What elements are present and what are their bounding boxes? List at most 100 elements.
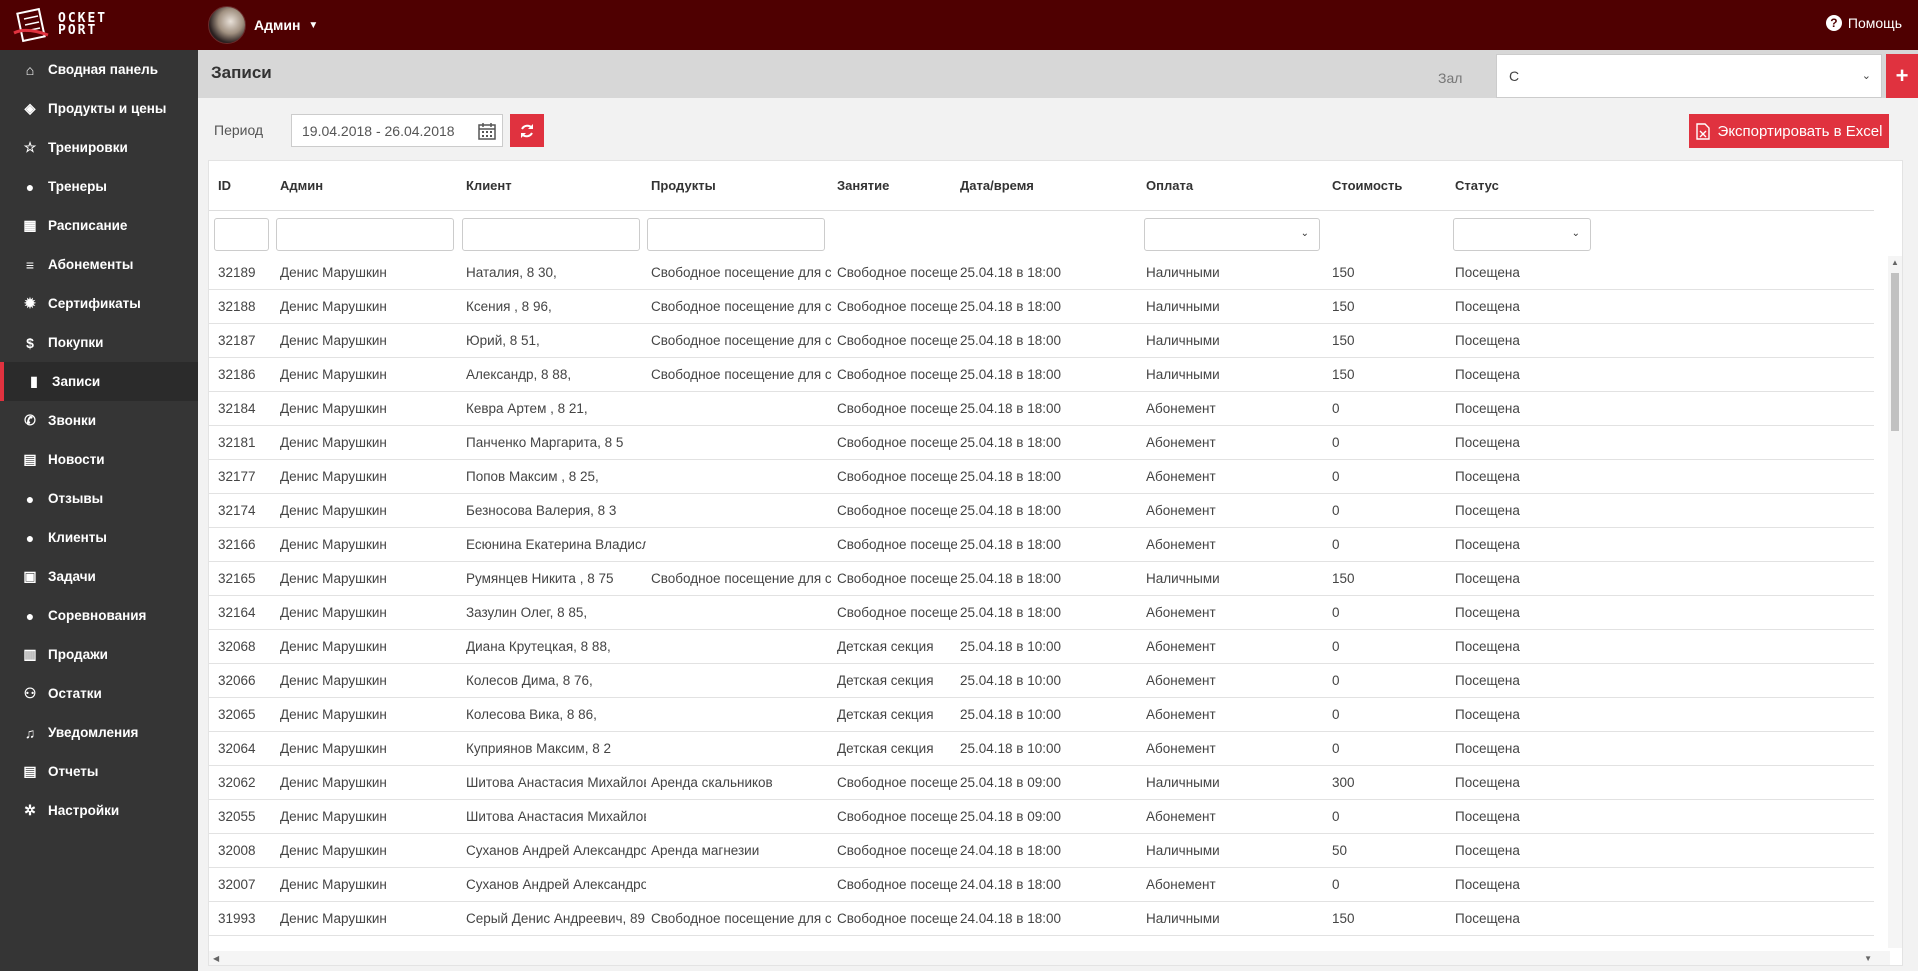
table-cell: Посещена [1455,707,1520,722]
sidebar-item-0[interactable]: ⌂ Сводная панель [0,50,198,89]
table-row[interactable]: 32187 Денис Марушкин Юрий, 8 51, Свободное … [209,324,1874,358]
scroll-left-icon[interactable]: ◀ [213,954,219,963]
scroll-down-icon[interactable]: ▼ [1864,954,1872,963]
sidebar-item-19[interactable]: ✲ Настройки [0,791,198,830]
column-header[interactable]: Продукты [651,178,716,193]
sidebar-item-7[interactable]: $ Покупки [0,323,198,362]
avatar[interactable] [208,6,246,44]
user-menu[interactable]: Админ ▼ [208,6,318,44]
sidebar-item-9[interactable]: ✆ Звонки [0,401,198,440]
table-cell: Аренда скальников [651,775,773,790]
horizontal-scrollbar[interactable]: ◀ ▼ [209,951,1890,965]
sidebar-item-3[interactable]: ● Тренеры [0,167,198,206]
period-label: Период [214,122,264,138]
table-cell: Свободное посещени [837,469,957,484]
sidebar-item-15[interactable]: ▥ Продажи [0,635,198,674]
calendar-icon[interactable] [478,122,496,140]
column-header[interactable]: Стоимость [1332,178,1402,193]
export-excel-button[interactable]: Экспортировать в Excel [1689,114,1889,148]
help-label: Помощь [1847,15,1902,31]
column-header[interactable]: ID [218,178,231,193]
table-row[interactable]: 32184 Денис Марушкин Кевра Артем , 8 21, Св… [209,392,1874,426]
column-header[interactable]: Админ [280,178,323,193]
filter-payment-select[interactable]: ⌄ [1144,218,1320,251]
table-cell: Посещена [1455,775,1520,790]
table-cell: Посещена [1455,809,1520,824]
help-link[interactable]: ? Помощь [1825,15,1902,31]
hall-select[interactable]: С ⌄ [1496,54,1882,98]
table-cell: 32177 [218,469,256,484]
logo[interactable]: OCKET PORT [0,0,198,50]
table-row[interactable]: 32189 Денис Марушкин Наталия, 8 30, Свободн… [209,256,1874,290]
sidebar-item-13[interactable]: ▣ Задачи [0,557,198,596]
sidebar-item-17[interactable]: ♫ Уведомления [0,713,198,752]
sidebar-item-10[interactable]: ▤ Новости [0,440,198,479]
table-row[interactable]: 32177 Денис Марушкин Попов Максим , 8 25, С… [209,460,1874,494]
column-header[interactable]: Клиент [466,178,512,193]
sidebar-item-4[interactable]: ▦ Расписание [0,206,198,245]
add-button[interactable]: + [1886,54,1918,98]
sidebar-item-1[interactable]: ◈ Продукты и цены [0,89,198,128]
sidebar-item-5[interactable]: ≡ Абонементы [0,245,198,284]
table-filters: ⌄ ⌄ [209,211,1874,256]
sidebar-item-2[interactable]: ☆ Тренировки [0,128,198,167]
sidebar-item-16[interactable]: ⚇ Остатки [0,674,198,713]
table-row[interactable]: 32008 Денис Марушкин Суханов Андрей Алекса… [209,834,1874,868]
table-cell: 25.04.18 в 10:00 [960,707,1062,722]
table-row[interactable]: 32064 Денис Марушкин Куприянов Максим, 8 2… [209,732,1874,766]
table-cell: Денис Марушкин [280,911,387,926]
filter-client-input[interactable] [462,218,640,251]
table-row[interactable]: 31993 Денис Марушкин Серый Денис Андреевич… [209,902,1874,936]
sidebar-item-14[interactable]: ● Соревнования [0,596,198,635]
hall-select-value: С [1509,68,1520,84]
table-row[interactable]: 32068 Денис Марушкин Диана Крутецкая, 8 88… [209,630,1874,664]
sidebar-item-18[interactable]: ▤ Отчеты [0,752,198,791]
refresh-button[interactable] [510,114,544,147]
table-cell: Абонемент [1146,673,1216,688]
sidebar-item-8[interactable]: ▮ Записи [0,362,198,401]
table-cell: Диана Крутецкая, 8 88, [466,639,611,654]
table-row[interactable]: 32066 Денис Марушкин Колесов Дима, 8 76, Де… [209,664,1874,698]
table-row[interactable]: 32174 Денис Марушкин Безносова Валерия, 8 … [209,494,1874,528]
table-row[interactable]: 32007 Денис Марушкин Суханов Андрей Алекса… [209,868,1874,902]
sidebar-item-6[interactable]: ✹ Сертификаты [0,284,198,323]
table-cell: Посещена [1455,571,1520,586]
table-row[interactable]: 32181 Денис Марушкин Панченко Маргарита, 8… [209,426,1874,460]
table-row[interactable]: 32164 Денис Марушкин Зазулин Олег, 8 85, Св… [209,596,1874,630]
table-cell: Денис Марушкин [280,877,387,892]
table-row[interactable]: 32165 Денис Марушкин Румянцев Никита , 8 7… [209,562,1874,596]
table-cell: 32188 [218,299,256,314]
scroll-up-icon[interactable]: ▲ [1891,258,1899,267]
period-input[interactable]: 19.04.2018 - 26.04.2018 [291,114,503,147]
table-cell: Посещена [1455,503,1520,518]
column-header[interactable]: Занятие [837,178,889,193]
logo-text: OCKET PORT [58,12,107,37]
sidebar-item-12[interactable]: ● Клиенты [0,518,198,557]
column-header[interactable]: Дата/время [960,178,1034,193]
table-row[interactable]: 32055 Денис Марушкин Шитова Анастасия Миха… [209,800,1874,834]
table-row[interactable]: 32062 Денис Марушкин Шитова Анастасия Миха… [209,766,1874,800]
table-cell: Свободное посещение для студе [651,571,831,586]
filter-status-select[interactable]: ⌄ [1453,218,1591,251]
table-cell: 32065 [218,707,256,722]
table-cell: Абонемент [1146,537,1216,552]
table-row[interactable]: 32166 Денис Марушкин Есюнина Екатерина Вла… [209,528,1874,562]
table-row[interactable]: 32186 Денис Марушкин Александр, 8 88, Свобо… [209,358,1874,392]
scrollbar-thumb[interactable] [1891,273,1899,431]
table-cell: Посещена [1455,877,1520,892]
sidebar-item-11[interactable]: ● Отзывы [0,479,198,518]
filter-products-input[interactable] [647,218,825,251]
filter-id-input[interactable] [214,218,269,251]
bell-icon: ♫ [24,724,36,741]
table-row[interactable]: 32065 Денис Марушкин Колесова Вика, 8 86, Д… [209,698,1874,732]
archive-icon: ⚇ [23,685,37,701]
column-header[interactable]: Статус [1455,178,1499,193]
database-icon: ≡ [25,256,35,273]
chevron-down-icon: ⌄ [1300,228,1309,239]
filter-admin-input[interactable] [276,218,454,251]
column-header[interactable]: Оплата [1146,178,1193,193]
vertical-scrollbar[interactable]: ▲ [1888,256,1902,948]
table-cell: Абонемент [1146,605,1216,620]
table-cell: Посещена [1455,401,1520,416]
table-row[interactable]: 32188 Денис Марушкин Ксения , 8 96, Свободн… [209,290,1874,324]
